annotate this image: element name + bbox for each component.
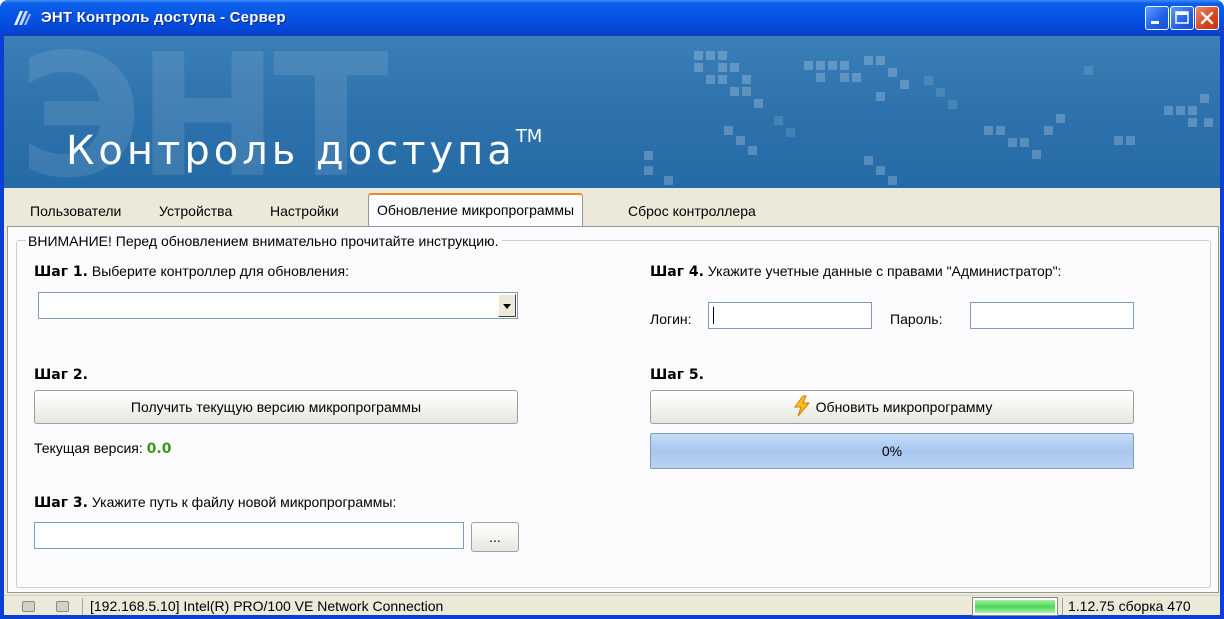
dropdown-arrow-button[interactable] — [498, 294, 516, 317]
minimize-icon — [1151, 21, 1159, 24]
status-indicator-2 — [56, 601, 69, 612]
step4-text: Укажите учетные данные с правами "Админи… — [707, 263, 1062, 279]
current-version-value: 0.0 — [146, 441, 172, 457]
app-version: 1.12.75 сборка 470 — [1068, 598, 1191, 614]
tab-users[interactable]: Пользователи — [30, 200, 121, 224]
password-input[interactable] — [970, 302, 1134, 329]
step5-number: Шаг 5. — [650, 367, 704, 383]
text-caret — [713, 307, 714, 324]
status-activity-fill — [975, 600, 1055, 613]
warning-text: ВНИМАНИЕ! Перед обновлением внимательно … — [26, 233, 503, 249]
step2-number: Шаг 2. — [34, 367, 88, 383]
status-bar: [192.168.5.10] Intel(R) PRO/100 VE Netwo… — [4, 595, 1220, 616]
password-label: Пароль: — [890, 311, 943, 327]
firmware-path-input[interactable] — [34, 522, 464, 549]
tab-firmware-update[interactable]: Обновление микропрограммы — [368, 193, 584, 226]
firmware-progress-bar: 0% — [650, 433, 1134, 469]
window-title: ЭНТ Контроль доступа - Сервер — [41, 9, 286, 26]
status-separator — [82, 598, 83, 615]
header-banner: ЭНТ Контроль доступаTM — [4, 36, 1220, 188]
maximize-icon — [1175, 11, 1189, 24]
step3-label: Шаг 3. Укажите путь к файлу новой микроп… — [34, 494, 396, 511]
close-icon — [1200, 11, 1214, 25]
controller-select[interactable] — [38, 292, 518, 319]
login-label: Логин: — [650, 311, 692, 327]
trademark-mark: TM — [515, 125, 543, 147]
step4-label: Шаг 4. Укажите учетные данные с правами … — [650, 263, 1061, 280]
current-version-label: Текущая версия: — [34, 440, 143, 456]
minimize-button[interactable] — [1145, 6, 1169, 30]
brand-logo: Контроль доступаTM — [66, 125, 543, 174]
update-firmware-label: Обновить микропрограмму — [815, 399, 993, 415]
step3-number: Шаг 3. — [34, 495, 88, 511]
connection-status: [192.168.5.10] Intel(R) PRO/100 VE Netwo… — [90, 598, 444, 614]
update-firmware-button[interactable]: Обновить микропрограмму — [650, 390, 1134, 424]
step1-label: Шаг 1. Выберите контроллер для обновлени… — [34, 263, 349, 280]
close-button[interactable] — [1195, 6, 1219, 30]
step4-number: Шаг 4. — [650, 264, 704, 280]
status-indicator-1 — [22, 601, 35, 612]
ent-logo-icon — [14, 11, 31, 25]
browse-button[interactable]: ... — [471, 522, 519, 552]
tab-devices[interactable]: Устройства — [159, 200, 232, 224]
title-bar[interactable]: ЭНТ Контроль доступа - Сервер — [0, 0, 1224, 36]
get-current-version-button[interactable]: Получить текущую версию микропрограммы — [34, 390, 518, 424]
tab-settings[interactable]: Настройки — [270, 200, 339, 224]
maximize-button[interactable] — [1170, 6, 1194, 30]
step1-number: Шаг 1. — [34, 264, 88, 280]
step3-text: Укажите путь к файлу новой микропрограмм… — [91, 494, 397, 510]
status-activity-bar — [972, 597, 1058, 616]
firmware-progress-text: 0% — [881, 443, 903, 459]
status-separator — [1062, 598, 1063, 615]
brand-name: Контроль доступа — [66, 128, 516, 174]
step1-text: Выберите контроллер для обновления: — [91, 263, 349, 279]
tab-controller-reset[interactable]: Сброс контроллера — [628, 200, 756, 224]
dropdown-arrow-icon — [503, 304, 511, 309]
login-input[interactable] — [708, 302, 872, 329]
client-area: ЭНТ Контроль доступаTM Пользователи Устр… — [4, 36, 1220, 616]
lightning-icon — [793, 395, 810, 417]
current-version-row: Текущая версия: 0.0 — [34, 440, 171, 457]
app-window: ЭНТ Контроль доступа - Сервер ЭНТ Контро… — [0, 0, 1224, 619]
